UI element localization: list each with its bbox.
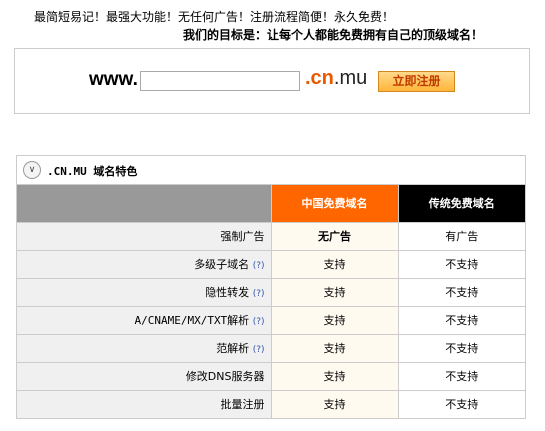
traditional-value: 不支持 [397,249,525,279]
table-row: 隐性转发 (?) 支持 不支持 [17,277,525,307]
traditional-value: 不支持 [397,333,525,363]
feature-label-text: 多级子域名 [194,258,250,271]
table-header-row: 中国免费域名 传统免费域名 [17,185,525,223]
china-free-value: 支持 [270,361,399,391]
feature-label-text: 隐性转发 [205,286,250,299]
table-row: 批量注册 支持 不支持 [17,389,525,418]
table-row: 多级子域名 (?) 支持 不支持 [17,249,525,279]
table-row: 强制广告 无广告 有广告 [17,221,525,251]
help-link[interactable]: (?) [253,317,265,327]
traditional-value: 不支持 [397,389,525,418]
features-header: ∨ .CN.MU 域名特色 [17,156,525,185]
china-free-value: 支持 [270,333,399,363]
feature-label-text: 范解析 [216,342,250,355]
feature-label: A/CNAME/MX/TXT解析 (?) [17,305,272,335]
table-row: 范解析 (?) 支持 不支持 [17,333,525,363]
feature-label-text: 批量注册 [220,398,265,412]
feature-label: 修改DNS服务器 [17,361,272,391]
header-traditional-free-domain: 传统免费域名 [397,185,525,223]
feature-label: 隐性转发 (?) [17,277,272,307]
help-link[interactable]: (?) [253,289,265,299]
china-free-value: 支持 [270,249,399,279]
traditional-value: 不支持 [397,277,525,307]
feature-label-text: 强制广告 [220,230,265,243]
features-comparison-table: 中国免费域名 传统免费域名 强制广告 无广告 有广告 多级子域名 (?) 支持 … [17,185,525,418]
feature-label-text: A/CNAME/MX/TXT解析 [134,314,250,327]
feature-label-text: 修改DNS服务器 [185,370,265,383]
help-link[interactable]: (?) [253,261,265,271]
feature-label: 强制广告 [17,221,272,251]
features-title: .CN.MU 域名特色 [47,165,138,178]
slogan-line-2: 我们的目标是：让每个人都能免费拥有自己的顶级域名！ [183,28,484,42]
china-free-value: 支持 [270,389,399,418]
chevron-down-icon[interactable]: ∨ [23,161,41,179]
table-row: A/CNAME/MX/TXT解析 (?) 支持 不支持 [17,305,525,335]
china-free-value: 无广告 [270,221,399,251]
china-free-value: 支持 [270,305,399,335]
slogan-line-1: 最简短易记！最强大功能！无任何广告！注册流程简便！永久免费！ [34,10,395,24]
feature-label: 范解析 (?) [17,333,272,363]
feature-label: 批量注册 [17,389,272,418]
domain-suffix: .cn.mu [305,67,367,90]
help-link[interactable]: (?) [253,345,265,355]
header-china-free-domain: 中国免费域名 [270,185,399,223]
domain-name-input[interactable] [140,71,300,91]
traditional-value: 不支持 [397,361,525,391]
feature-label: 多级子域名 (?) [17,249,272,279]
features-panel: ∨ .CN.MU 域名特色 中国免费域名 传统免费域名 强制广告 无广告 有广告… [16,155,526,419]
domain-suffix-cn: .cn [305,67,334,89]
table-row: 修改DNS服务器 支持 不支持 [17,361,525,391]
china-free-value: 支持 [270,277,399,307]
register-now-button[interactable]: 立即注册 [378,71,455,92]
header-blank [17,185,272,223]
domain-register-panel: www. .cn.mu 立即注册 [14,48,530,114]
traditional-value: 有广告 [397,221,525,251]
domain-suffix-mu: .mu [333,67,368,89]
www-prefix: www. [89,69,138,90]
traditional-value: 不支持 [397,305,525,335]
